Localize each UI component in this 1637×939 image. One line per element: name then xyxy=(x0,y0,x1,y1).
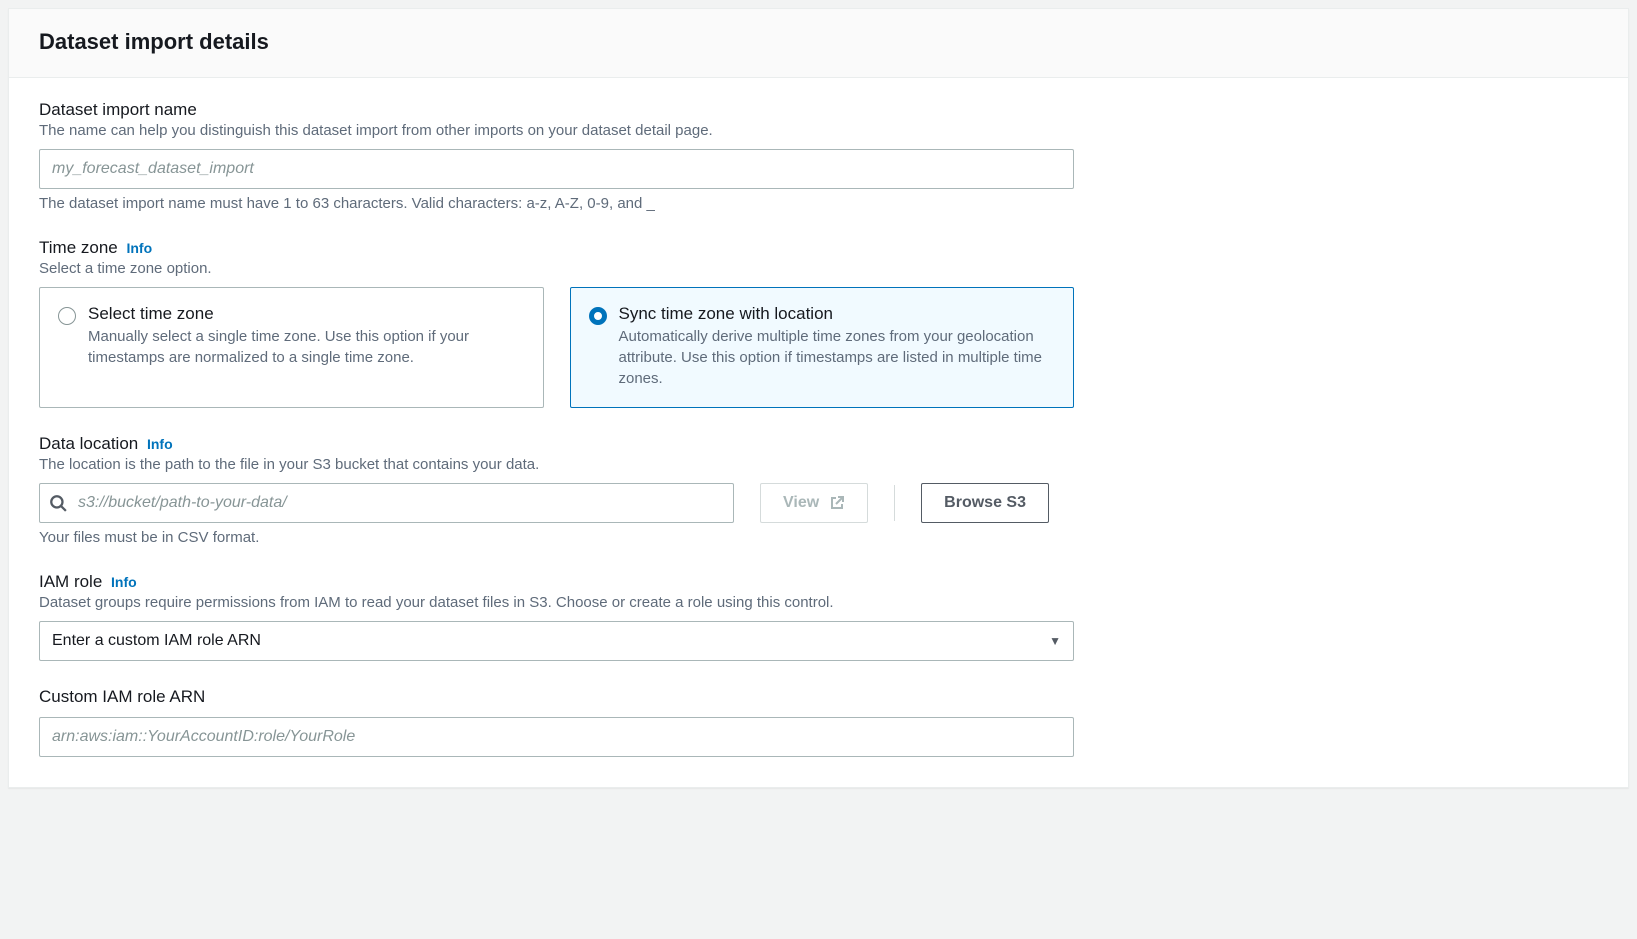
timezone-label: Time zone Info xyxy=(39,238,1598,258)
vertical-divider xyxy=(894,485,895,521)
timezone-desc: Select a time zone option. xyxy=(39,260,1598,277)
field-dataset-import-name: Dataset import name The name can help yo… xyxy=(39,100,1598,212)
browse-s3-button[interactable]: Browse S3 xyxy=(921,483,1049,523)
tile-sync-time-zone[interactable]: Sync time zone with location Automatical… xyxy=(570,287,1075,408)
panel-body: Dataset import name The name can help yo… xyxy=(9,78,1628,787)
data-location-label: Data location Info xyxy=(39,434,1598,454)
tile-select-title: Select time zone xyxy=(88,304,525,324)
iam-role-label-text: IAM role xyxy=(39,572,102,591)
external-link-icon xyxy=(829,495,845,511)
panel-header: Dataset import details xyxy=(9,9,1628,78)
timezone-info-link[interactable]: Info xyxy=(126,240,152,256)
tile-select-time-zone[interactable]: Select time zone Manually select a singl… xyxy=(39,287,544,408)
import-name-input[interactable] xyxy=(39,149,1074,189)
custom-arn-input[interactable] xyxy=(39,717,1074,757)
timezone-tiles: Select time zone Manually select a singl… xyxy=(39,287,1074,408)
radio-select-time-zone[interactable] xyxy=(58,307,76,325)
field-custom-iam-role-arn: Custom IAM role ARN xyxy=(39,687,1598,757)
iam-role-selected-value: Enter a custom IAM role ARN xyxy=(52,632,261,650)
timezone-label-text: Time zone xyxy=(39,238,118,257)
field-iam-role: IAM role Info Dataset groups require per… xyxy=(39,572,1598,661)
data-location-input[interactable] xyxy=(39,483,734,523)
data-location-desc: The location is the path to the file in … xyxy=(39,456,1598,473)
radio-sync-time-zone[interactable] xyxy=(589,307,607,325)
iam-role-info-link[interactable]: Info xyxy=(111,574,137,590)
tile-sync-desc: Automatically derive multiple time zones… xyxy=(619,326,1056,389)
iam-role-label: IAM role Info xyxy=(39,572,1598,592)
import-name-hint: The dataset import name must have 1 to 6… xyxy=(39,195,1598,212)
import-name-label: Dataset import name xyxy=(39,100,1598,120)
import-name-desc: The name can help you distinguish this d… xyxy=(39,122,1598,139)
data-location-info-link[interactable]: Info xyxy=(147,436,173,452)
tile-sync-title: Sync time zone with location xyxy=(619,304,1056,324)
data-location-hint: Your files must be in CSV format. xyxy=(39,529,1598,546)
data-location-label-text: Data location xyxy=(39,434,138,453)
browse-s3-label: Browse S3 xyxy=(944,494,1026,512)
chevron-down-icon: ▼ xyxy=(1049,634,1061,648)
custom-arn-label: Custom IAM role ARN xyxy=(39,687,1598,707)
tile-select-desc: Manually select a single time zone. Use … xyxy=(88,326,525,368)
view-button[interactable]: View xyxy=(760,483,868,523)
field-time-zone: Time zone Info Select a time zone option… xyxy=(39,238,1598,408)
search-icon xyxy=(49,494,67,512)
dataset-import-details-panel: Dataset import details Dataset import na… xyxy=(8,8,1629,788)
data-location-input-wrap xyxy=(39,483,734,523)
iam-role-select[interactable]: Enter a custom IAM role ARN ▼ xyxy=(39,621,1074,661)
view-button-label: View xyxy=(783,494,819,512)
panel-title: Dataset import details xyxy=(39,29,1598,55)
data-location-row: View Browse S3 xyxy=(39,483,1074,523)
field-data-location: Data location Info The location is the p… xyxy=(39,434,1598,546)
iam-role-desc: Dataset groups require permissions from … xyxy=(39,594,1598,611)
